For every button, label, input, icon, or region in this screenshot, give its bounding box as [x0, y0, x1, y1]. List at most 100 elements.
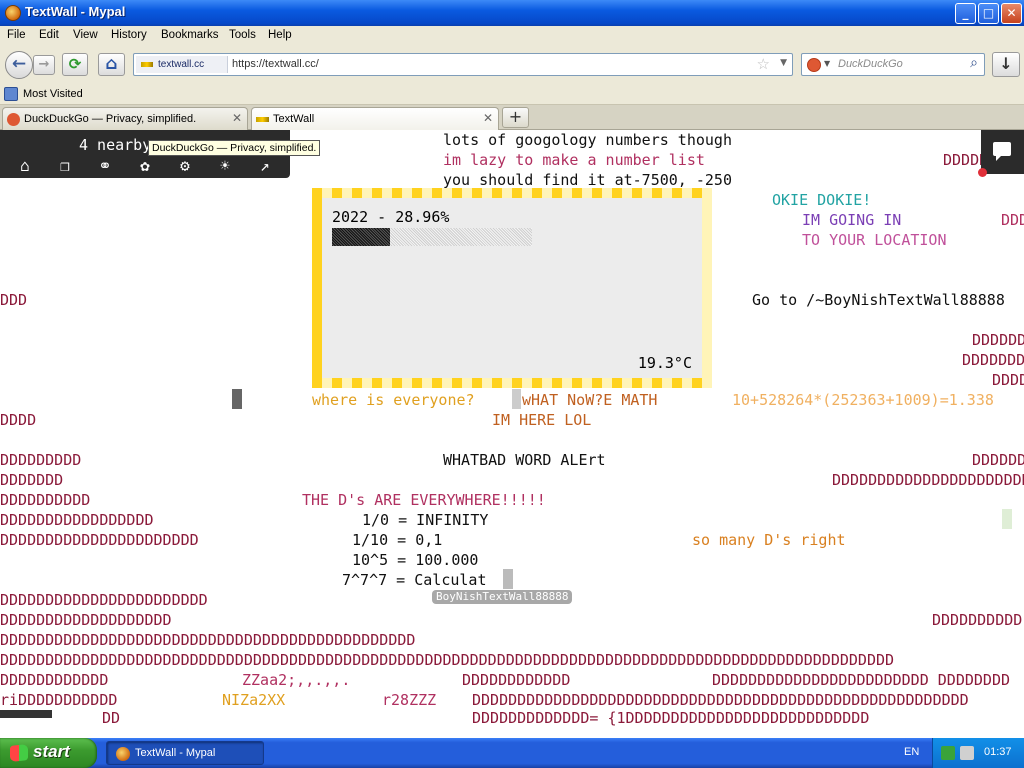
- site-identity[interactable]: textwall.cc: [136, 56, 228, 73]
- menu-history[interactable]: History: [111, 29, 147, 41]
- wall-text: TO YOUR LOCATION: [802, 231, 947, 249]
- cursor-marker: [1002, 509, 1012, 529]
- wall-text: r28ZZZ: [382, 691, 437, 709]
- most-visited-bookmark[interactable]: Most Visited: [23, 88, 83, 100]
- wall-text: WHATBAD WORD ALErt: [443, 451, 606, 469]
- home-button[interactable]: ⌂: [98, 53, 125, 76]
- wall-text: THE D's ARE EVERYWHERE!!!!!: [302, 491, 546, 509]
- cursor-marker: [232, 389, 242, 409]
- maximize-button[interactable]: □: [978, 3, 999, 24]
- tab-textwall[interactable]: TextWall ✕: [251, 107, 499, 131]
- link-icon[interactable]: ⚭: [95, 156, 115, 176]
- close-tab-icon[interactable]: ✕: [232, 111, 242, 125]
- new-tab-button[interactable]: +: [502, 107, 529, 128]
- close-button[interactable]: ✕: [1001, 3, 1022, 24]
- year-progress-label: 2022 - 28.96%: [332, 208, 450, 226]
- wall-text: riDDDDDDDDDDD: [0, 691, 118, 709]
- most-visited-icon: [4, 87, 18, 101]
- url-dropdown-icon[interactable]: ▼: [780, 58, 787, 68]
- taskbar-item-mypal[interactable]: TextWall - Mypal: [106, 741, 264, 765]
- wall-text: 1/10 = 0,1: [352, 531, 443, 549]
- wall-text: DDDD: [992, 371, 1024, 389]
- duckduckgo-icon[interactable]: [807, 58, 821, 72]
- wall-text: Go to /~BoyNishTextWall88888: [752, 291, 1005, 309]
- weather-inner: 2022 - 28.96% 19.3°C: [322, 198, 702, 378]
- menu-file[interactable]: File: [7, 29, 26, 41]
- clock: 01:37: [984, 746, 1012, 758]
- url-text[interactable]: https://textwall.cc/: [232, 58, 319, 70]
- wall-text: lots of googology numbers though: [443, 131, 732, 149]
- copy-icon[interactable]: ❐: [55, 156, 75, 176]
- system-tray: 01:37: [932, 738, 1024, 768]
- title-bar: TextWall - Mypal _ □ ✕: [0, 0, 1024, 26]
- wall-text: DDDDDDDDDDDDDDDDDDDDDDD: [0, 591, 208, 609]
- search-icon[interactable]: ⌕: [970, 55, 978, 71]
- menu-bar: File Edit View History Bookmarks Tools H…: [0, 26, 1024, 46]
- wall-text: DDDDDDDDDDDDDDDDDDDDDD: [0, 531, 199, 549]
- bookmark-star-icon[interactable]: ☆: [757, 55, 770, 73]
- home-icon[interactable]: ⌂: [15, 156, 35, 176]
- search-bar[interactable]: ▼ DuckDuckGo ⌕: [801, 53, 985, 76]
- cursor-marker: [512, 389, 521, 409]
- notification-dot: [978, 168, 987, 177]
- wall-text: DD: [102, 709, 121, 727]
- wall-text: IM GOING IN: [802, 211, 902, 229]
- gear-icon[interactable]: ⚙: [175, 156, 195, 176]
- textwall-favicon-icon: [256, 117, 269, 122]
- wall-text: 10+528264*(252363+1009)=1.338: [732, 391, 994, 409]
- menu-bookmarks[interactable]: Bookmarks: [161, 29, 219, 41]
- menu-help[interactable]: Help: [268, 29, 292, 41]
- wall-text: DDDDDDDDDD: [932, 611, 1023, 629]
- brightness-icon[interactable]: ☀: [215, 156, 235, 176]
- downloads-button[interactable]: ↓: [992, 52, 1020, 77]
- wall-text: im lazy to make a number list: [443, 151, 705, 169]
- wall-text: DDDDDDDDDDDDDDDDDDDDDDDDDDDDDDDDDDDDDDDD…: [0, 651, 895, 669]
- wall-text: DDDDDDDDDD: [0, 491, 91, 509]
- wall-text: ZZaa2;,,.,,.: [242, 671, 351, 689]
- tab-duckduckgo[interactable]: DuckDuckGo — Privacy, simplified. ✕: [2, 107, 248, 130]
- reload-button[interactable]: ⟳: [62, 53, 88, 76]
- search-input[interactable]: DuckDuckGo: [838, 58, 903, 70]
- year-progress-fill: [332, 228, 390, 246]
- browser-window: TextWall - Mypal _ □ ✕ File Edit View Hi…: [0, 0, 1024, 738]
- palette-icon[interactable]: ✿: [135, 156, 155, 176]
- user-cursor-label: BoyNishTextWall88888: [432, 590, 573, 604]
- wall-text: DDDDDD: [972, 331, 1024, 349]
- volume-icon[interactable]: [960, 746, 974, 760]
- menu-view[interactable]: View: [73, 29, 98, 41]
- cursor-marker: [503, 569, 513, 589]
- menu-tools[interactable]: Tools: [229, 29, 256, 41]
- teleport-arrow-icon[interactable]: ↗: [255, 156, 275, 176]
- wall-text: 1/0 = INFINITY: [362, 511, 489, 529]
- wall-text: DDDDDDDDDDDDD= {1DDDDDDDDDDDDDDDDDDDDDDD…: [472, 709, 870, 727]
- wall-text: DDDDDDDDDDDD: [462, 671, 571, 689]
- wall-text: you should find it at-7500, -250: [443, 171, 732, 189]
- minimize-button[interactable]: _: [955, 3, 976, 24]
- url-bar[interactable]: textwall.cc https://textwall.cc/ ☆ ▼: [133, 53, 793, 76]
- duckduckgo-icon: [7, 113, 20, 126]
- wall-text: DDDDDDDDD: [0, 451, 82, 469]
- close-tab-icon[interactable]: ✕: [483, 111, 493, 125]
- menu-edit[interactable]: Edit: [39, 29, 59, 41]
- textwall-canvas[interactable]: lots of googology numbers though im lazy…: [0, 130, 1024, 738]
- start-label: start: [33, 742, 70, 761]
- language-indicator[interactable]: EN: [904, 746, 919, 758]
- weather-panel: 2022 - 28.96% 19.3°C: [312, 188, 712, 388]
- start-button[interactable]: start: [0, 738, 97, 768]
- wall-text: DDDDDD: [972, 451, 1024, 469]
- bookmarks-toolbar: Most Visited: [0, 84, 1024, 105]
- forward-button[interactable]: →: [33, 55, 55, 75]
- back-button[interactable]: ←: [5, 51, 33, 79]
- chat-button[interactable]: [981, 130, 1024, 174]
- wall-text: 7^7^7 = Calculat: [342, 571, 487, 589]
- tab-label: DuckDuckGo — Privacy, simplified.: [24, 113, 197, 125]
- site-favicon-icon: [141, 62, 153, 67]
- temperature-label: 19.3°C: [637, 354, 692, 372]
- wall-text: DDDDDDDDDDDDDDDDD: [0, 511, 154, 529]
- network-icon[interactable]: [941, 746, 955, 760]
- wall-text: DDDDDDDDDDDDDDDDDDDDDDDDDDDDDDDDDDDDDDDD…: [0, 631, 416, 649]
- search-engine-dropdown-icon[interactable]: ▼: [824, 59, 830, 68]
- wall-text: 10^5 = 100.000: [352, 551, 479, 569]
- year-progress-bar: [332, 228, 532, 246]
- mypal-app-icon: [116, 747, 130, 761]
